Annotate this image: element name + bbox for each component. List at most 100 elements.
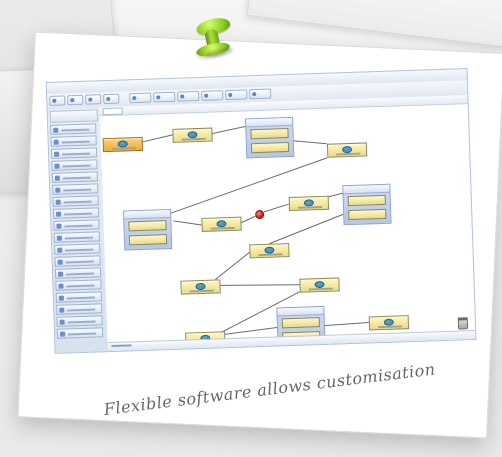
workflow-node-label-line: [297, 205, 323, 209]
group-node[interactable]: [250, 128, 289, 140]
sidebar-icon: [58, 283, 64, 289]
sidebar-icon: [54, 175, 60, 181]
sidebar-item-13[interactable]: [54, 267, 102, 279]
sidebar-icon: [57, 271, 64, 277]
sidebar-label-line: [62, 164, 91, 168]
toolbar-icon: [156, 95, 161, 100]
sidebar-item-2[interactable]: [50, 135, 97, 147]
sidebar-icon: [55, 187, 61, 193]
sidebar-label-line: [65, 248, 94, 252]
sidebar-label-line: [66, 284, 95, 288]
workflow-node-i[interactable]: [368, 315, 410, 331]
workflow-node-d[interactable]: [288, 195, 330, 212]
sidebar-item-9[interactable]: [53, 219, 100, 231]
toolbar-icon: [252, 92, 257, 97]
toolbar-icon: [228, 92, 233, 98]
group-node[interactable]: [347, 194, 386, 207]
sidebar-label-line: [68, 332, 97, 336]
toolbar-button-10[interactable]: [249, 88, 272, 100]
sidebar-item-5[interactable]: [51, 171, 99, 183]
group-header: [277, 306, 324, 317]
toolbar-button-6[interactable]: [153, 91, 176, 103]
sidebar-label-line: [67, 308, 96, 312]
workflow-node-c[interactable]: [201, 216, 242, 232]
group-node[interactable]: [348, 208, 387, 221]
sidebar-icon: [56, 223, 62, 229]
toolbar-button-5[interactable]: [129, 92, 152, 104]
photo-scene: Flexible software allows customisation: [0, 0, 502, 457]
sidebar-icon: [57, 247, 63, 253]
toolbar-button-4[interactable]: [103, 93, 120, 105]
trash-icon[interactable]: [457, 317, 469, 330]
sidebar-item-1[interactable]: [50, 123, 97, 135]
group-node[interactable]: [281, 317, 320, 329]
sidebar-item-8[interactable]: [52, 207, 100, 219]
workflow-node-label-line: [210, 226, 235, 230]
sidebar-label-line: [62, 152, 91, 156]
sidebar-item-17[interactable]: [56, 315, 103, 327]
workflow-canvas[interactable]: [99, 95, 476, 352]
toolbar-icon: [52, 98, 57, 103]
sidebar-label-line: [62, 176, 91, 180]
sidebar-icon: [56, 235, 62, 241]
sidebar-item-15[interactable]: [55, 291, 102, 303]
sidebar-item-16[interactable]: [56, 303, 103, 315]
sidebar-icon: [56, 211, 62, 217]
bottom-status-mark: [111, 344, 132, 348]
workflow-node-label-line: [111, 147, 136, 150]
toolbar-icon: [106, 96, 111, 102]
sidebar-icon: [53, 127, 59, 133]
workflow-node-label-line: [308, 287, 333, 291]
sidebar-label-line: [67, 320, 96, 324]
workflow-group-1[interactable]: [245, 116, 295, 159]
sidebar-item-3[interactable]: [50, 147, 98, 159]
sidebar-icon: [59, 319, 65, 325]
sidebar-label-line: [64, 224, 93, 228]
workflow-node-e[interactable]: [249, 243, 290, 259]
left-sidebar: [47, 107, 109, 353]
sidebar-icon: [55, 199, 61, 205]
sidebar-item-12[interactable]: [54, 255, 101, 267]
sidebar-item-14[interactable]: [55, 279, 102, 291]
toolbar-button-8[interactable]: [201, 90, 224, 101]
sidebar-icon: [54, 163, 60, 169]
workflow-node-a[interactable]: [172, 127, 213, 143]
group-header: [343, 184, 390, 195]
workflow-group-2[interactable]: [122, 208, 173, 251]
group-header: [124, 209, 171, 220]
workflow-group-3[interactable]: [342, 183, 392, 226]
toolbar-button-2[interactable]: [67, 94, 84, 106]
workflow-node-b[interactable]: [326, 142, 368, 158]
workflow-node-label-line: [336, 152, 361, 156]
group-node[interactable]: [128, 220, 167, 232]
sidebar-item-6[interactable]: [52, 183, 99, 195]
sidebar-label-line: [61, 140, 90, 144]
sidebar-item-4[interactable]: [51, 159, 98, 171]
sidebar-item-7[interactable]: [52, 195, 99, 207]
sidebar-icon: [57, 259, 63, 265]
workflow-node-label-line: [189, 289, 214, 293]
background-photo-top: [246, 0, 502, 48]
sidebar-icon: [54, 151, 60, 157]
toolbar-icon: [132, 96, 137, 101]
group-node[interactable]: [128, 234, 168, 246]
sidebar-header: [49, 109, 99, 123]
group-node[interactable]: [250, 142, 290, 154]
sidebar-item-18[interactable]: [56, 327, 104, 339]
workflow-node-f[interactable]: [180, 279, 221, 295]
workflow-node-g[interactable]: [299, 277, 340, 293]
sidebar-label-line: [61, 128, 90, 132]
toolbar-button-7[interactable]: [177, 90, 200, 102]
sidebar-icon: [59, 331, 66, 337]
workflow-node-start[interactable]: [102, 136, 144, 153]
toolbar-icon: [180, 94, 185, 99]
sidebar-label-line: [66, 272, 95, 276]
software-screenshot: [45, 68, 477, 354]
sidebar-item-10[interactable]: [53, 231, 101, 243]
sidebar-label-line: [66, 296, 95, 300]
toolbar-button-3[interactable]: [85, 94, 102, 105]
workflow-node-label-line: [377, 325, 403, 329]
sidebar-item-11[interactable]: [54, 243, 101, 255]
toolbar-button-1[interactable]: [49, 95, 66, 106]
toolbar-button-9[interactable]: [225, 89, 248, 101]
